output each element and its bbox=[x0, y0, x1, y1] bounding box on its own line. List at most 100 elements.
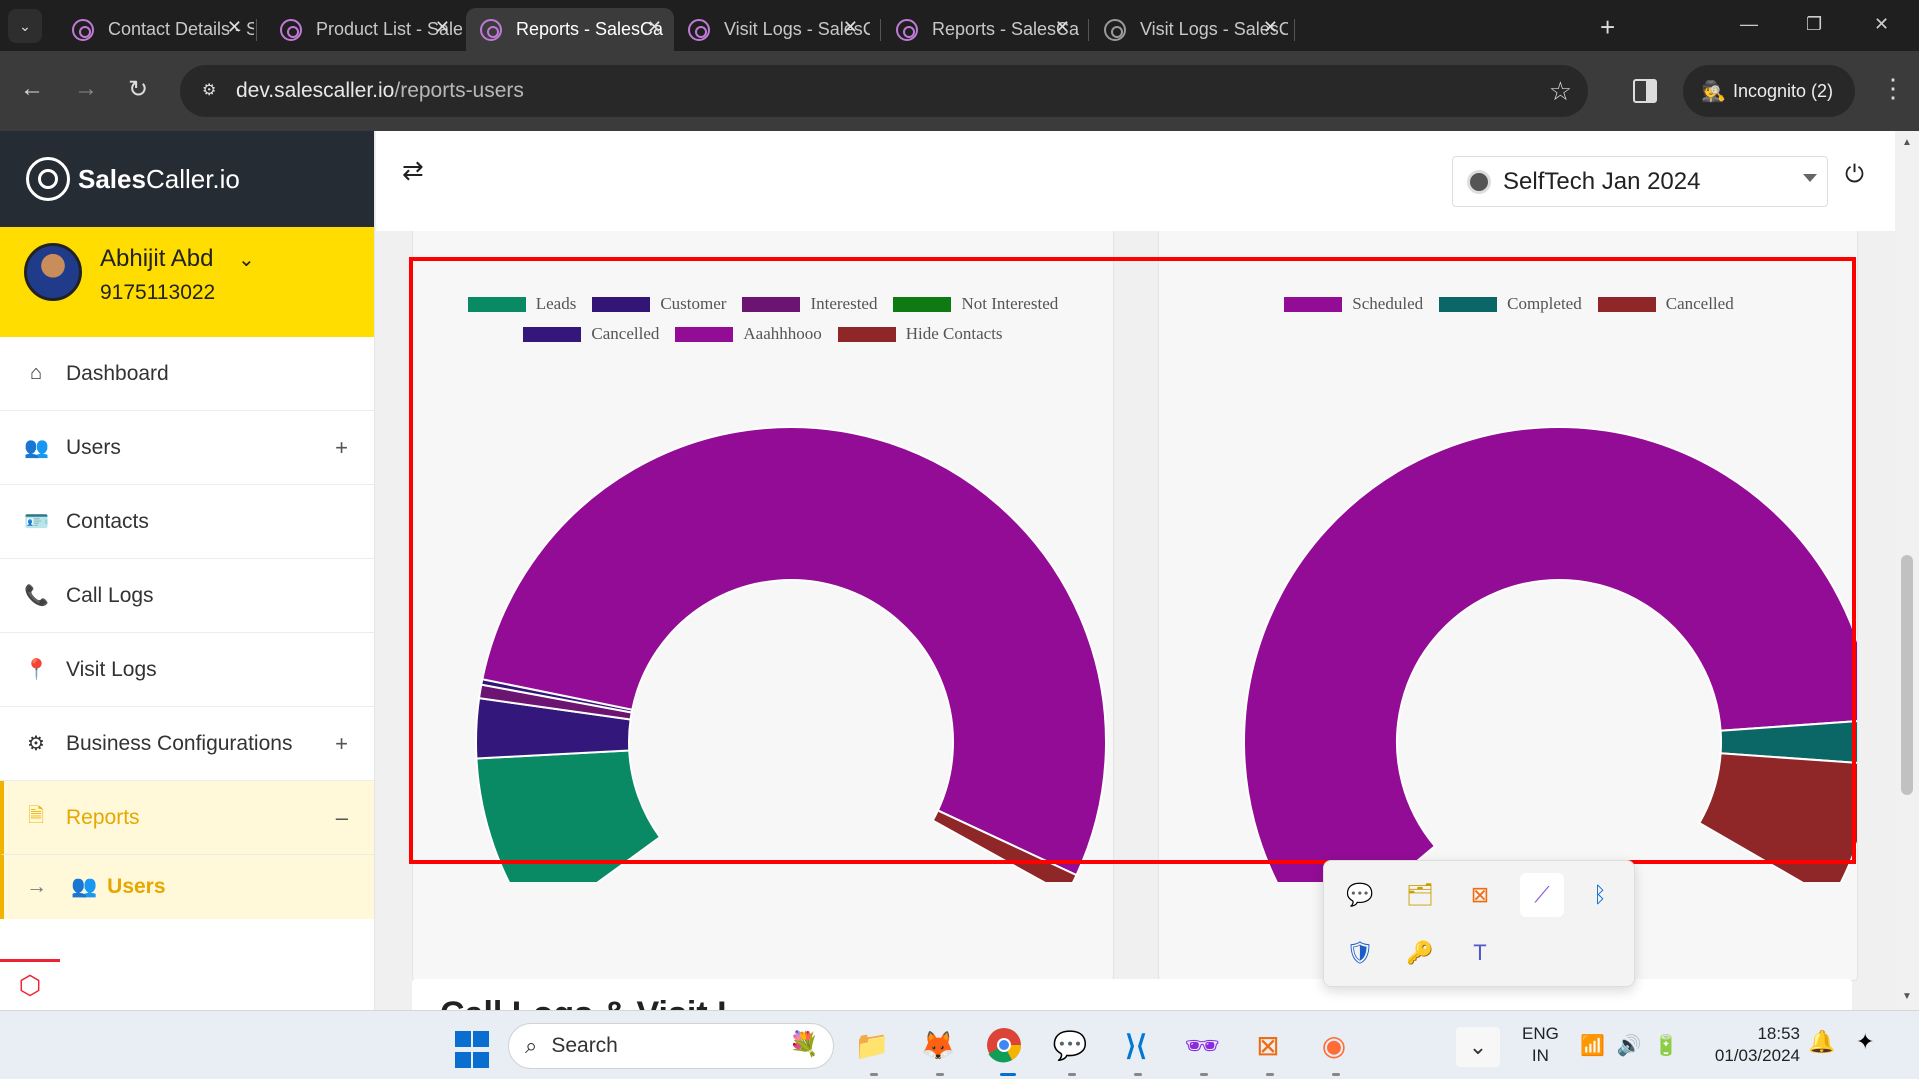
feedback-hub-icon[interactable]: 💬 bbox=[1050, 1025, 1090, 1065]
salescaller-favicon-icon bbox=[72, 18, 94, 41]
legend-item[interactable]: Leads bbox=[467, 294, 577, 314]
browser-tab-visit-logs-2[interactable]: Visit Logs - SalesC ✕ bbox=[1090, 8, 1290, 51]
xampp-taskbar-icon[interactable]: ⊠ bbox=[1248, 1025, 1288, 1065]
vscode-icon[interactable]: ⟩⟨ bbox=[1116, 1025, 1156, 1065]
bookmark-star-icon[interactable]: ☆ bbox=[1549, 76, 1572, 107]
taskbar-search-input[interactable]: ⌕ Search 💐 bbox=[508, 1023, 834, 1069]
expand-plus-icon[interactable]: + bbox=[335, 731, 348, 757]
side-panel-icon[interactable] bbox=[1633, 79, 1657, 103]
browser-tab-contact-details[interactable]: Contact Details - S ✕ bbox=[58, 8, 254, 51]
salescaller-favicon-icon bbox=[688, 18, 710, 41]
notification-bell-icon[interactable]: 🔔 bbox=[1808, 1029, 1835, 1055]
legend-item[interactable]: Cancelled bbox=[523, 324, 659, 344]
file-explorer-icon[interactable]: 📁 bbox=[852, 1025, 892, 1065]
incognito-button[interactable]: 🕵 Incognito (2) bbox=[1683, 65, 1855, 117]
reload-icon[interactable]: ↻ bbox=[128, 75, 148, 104]
legend-item[interactable]: Interested bbox=[742, 294, 877, 314]
brand-header[interactable]: SalesCaller.io bbox=[0, 131, 374, 227]
file-manager-icon[interactable]: 🗂 bbox=[1402, 877, 1438, 913]
browser-tab-product-list[interactable]: Product List - Sale ✕ bbox=[266, 8, 462, 51]
feedback-icon[interactable]: 💬 bbox=[1342, 877, 1378, 913]
legend-item[interactable]: Customer bbox=[592, 294, 726, 314]
scroll-down-arrow-icon[interactable]: ▼ bbox=[1902, 991, 1912, 1002]
forward-arrow-icon[interactable]: → bbox=[74, 75, 98, 103]
dropdown-caret-icon bbox=[1803, 174, 1817, 182]
legend-item[interactable]: Hide Contacts bbox=[837, 324, 1003, 344]
minimize-window-icon[interactable]: — bbox=[1740, 14, 1758, 35]
legend-swatch bbox=[1597, 296, 1656, 312]
main-content: Leads Customer Interested Not Interested Can… bbox=[376, 131, 1895, 1010]
laravel-debugbar-icon[interactable]: ⬡ bbox=[0, 959, 60, 1009]
bluetooth-icon[interactable]: ᛒ bbox=[1582, 877, 1618, 913]
xampp-icon[interactable]: ⊠ bbox=[1462, 877, 1498, 913]
running-indicator bbox=[870, 1073, 878, 1076]
pen-icon[interactable]: ⟋ bbox=[1520, 873, 1564, 917]
legend-item[interactable]: Completed bbox=[1439, 294, 1582, 314]
sidebar-subitem-users[interactable]: → 👥 Users bbox=[0, 855, 374, 919]
copilot-icon[interactable]: ✦ bbox=[1856, 1029, 1874, 1055]
defender-warning-icon[interactable]: 🛡 bbox=[1342, 935, 1378, 971]
close-tab-icon[interactable]: ✕ bbox=[843, 17, 858, 38]
user-card[interactable]: Abhijit Abd ⌄ 9175113022 bbox=[0, 227, 374, 337]
tab-search-chevron-icon[interactable]: ⌄ bbox=[8, 9, 42, 43]
expand-plus-icon[interactable]: + bbox=[335, 435, 348, 461]
running-indicator bbox=[1266, 1073, 1274, 1076]
browser-tab-reports[interactable]: Reports - SalesCall ✕ bbox=[882, 8, 1082, 51]
power-logout-icon[interactable]: ⏻ bbox=[1845, 161, 1864, 189]
incognito-browser-icon[interactable]: 🕶 bbox=[1182, 1025, 1222, 1065]
users-icon: 👥 bbox=[24, 437, 49, 459]
page-scrollbar[interactable]: ▲ ▼ bbox=[1895, 131, 1919, 1010]
close-window-icon[interactable]: ✕ bbox=[1874, 14, 1889, 35]
close-tab-icon[interactable]: ✕ bbox=[1055, 17, 1070, 38]
legend-item[interactable]: Cancelled bbox=[1597, 294, 1734, 314]
legend-label: Cancelled bbox=[1665, 294, 1734, 313]
sidebar-item-visit-logs[interactable]: 📍 Visit Logs bbox=[0, 633, 374, 707]
pie-slice-leads[interactable] bbox=[475, 749, 662, 882]
sidebar-item-contacts[interactable]: 🪪 Contacts bbox=[0, 485, 374, 559]
scrollbar-thumb[interactable] bbox=[1901, 555, 1913, 795]
collapse-minus-icon[interactable]: – bbox=[336, 805, 348, 831]
firefox-icon[interactable]: 🦊 bbox=[918, 1025, 958, 1065]
show-hidden-icons-chevron-icon[interactable]: ⌄ bbox=[1456, 1027, 1500, 1067]
sidebar-item-business-configurations[interactable]: ⚙ Business Configurations + bbox=[0, 707, 374, 781]
site-settings-icon[interactable]: ⚙ bbox=[202, 80, 222, 100]
browser-menu-kebab-icon[interactable]: ⋮ bbox=[1880, 73, 1906, 104]
pie-slice-cancelled[interactable] bbox=[1697, 752, 1857, 882]
sidebar-item-reports[interactable]: 🗎 Reports – bbox=[0, 781, 374, 855]
clock[interactable]: 18:53 01/03/2024 bbox=[1700, 1023, 1800, 1067]
sidebar-item-call-logs[interactable]: 📞 Call Logs bbox=[0, 559, 374, 633]
scroll-up-arrow-icon[interactable]: ▲ bbox=[1902, 137, 1912, 148]
browser-tab-reports-active[interactable]: Reports - SalesCall ✕ bbox=[466, 8, 674, 51]
browser-tab-visit-logs[interactable]: Visit Logs - SalesC ✕ bbox=[674, 8, 870, 51]
toggle-sidebar-swap-icon[interactable]: ⇄ bbox=[402, 155, 424, 186]
new-tab-plus-icon[interactable]: + bbox=[1600, 12, 1615, 43]
system-tray-overflow-popup: 💬 🗂 ⊠ ⟋ ᛒ 🛡 🔑 T bbox=[1323, 860, 1635, 987]
key-search-icon[interactable]: 🔑 bbox=[1402, 935, 1438, 971]
close-tab-icon[interactable]: ✕ bbox=[227, 17, 242, 38]
legend-item[interactable]: Scheduled bbox=[1284, 294, 1423, 314]
legend-label: Customer bbox=[660, 294, 727, 313]
windows-start-icon[interactable] bbox=[452, 1029, 492, 1069]
browser-toolbar: ← → ↻ ⚙ dev.salescaller.io/reports-users… bbox=[0, 51, 1919, 131]
pie-chart-right bbox=[1243, 426, 1857, 882]
restore-window-icon[interactable]: ❐ bbox=[1806, 14, 1822, 35]
sidebar-item-users[interactable]: 👥 Users + bbox=[0, 411, 374, 485]
sidebar-item-dashboard[interactable]: ⌂ Dashboard bbox=[0, 337, 374, 411]
url-text[interactable]: dev.salescaller.io/reports-users bbox=[236, 79, 524, 103]
back-arrow-icon[interactable]: ← bbox=[20, 75, 44, 103]
chevron-down-icon[interactable]: ⌄ bbox=[238, 247, 255, 272]
legend-label: Leads bbox=[535, 294, 577, 313]
address-bar[interactable]: ⚙ dev.salescaller.io/reports-users ☆ bbox=[180, 65, 1588, 117]
sidebar: SalesCaller.io Abhijit Abd ⌄ 9175113022 … bbox=[0, 131, 375, 1010]
chrome-icon[interactable] bbox=[984, 1025, 1024, 1065]
legend-item[interactable]: Aaahhhooo bbox=[675, 324, 822, 344]
legend-item[interactable]: Not Interested bbox=[893, 294, 1058, 314]
close-tab-icon[interactable]: ✕ bbox=[647, 17, 662, 38]
close-tab-icon[interactable]: ✕ bbox=[435, 17, 450, 38]
company-select[interactable]: SelfTech Jan 2024 bbox=[1452, 156, 1828, 207]
language-indicator[interactable]: ENG IN bbox=[1522, 1023, 1559, 1067]
close-tab-icon[interactable]: ✕ bbox=[1263, 17, 1278, 38]
teams-icon[interactable]: T bbox=[1462, 935, 1498, 971]
postman-icon[interactable]: ◉ bbox=[1314, 1025, 1354, 1065]
system-status-icons[interactable]: 📶🔊🔋 bbox=[1580, 1033, 1691, 1058]
